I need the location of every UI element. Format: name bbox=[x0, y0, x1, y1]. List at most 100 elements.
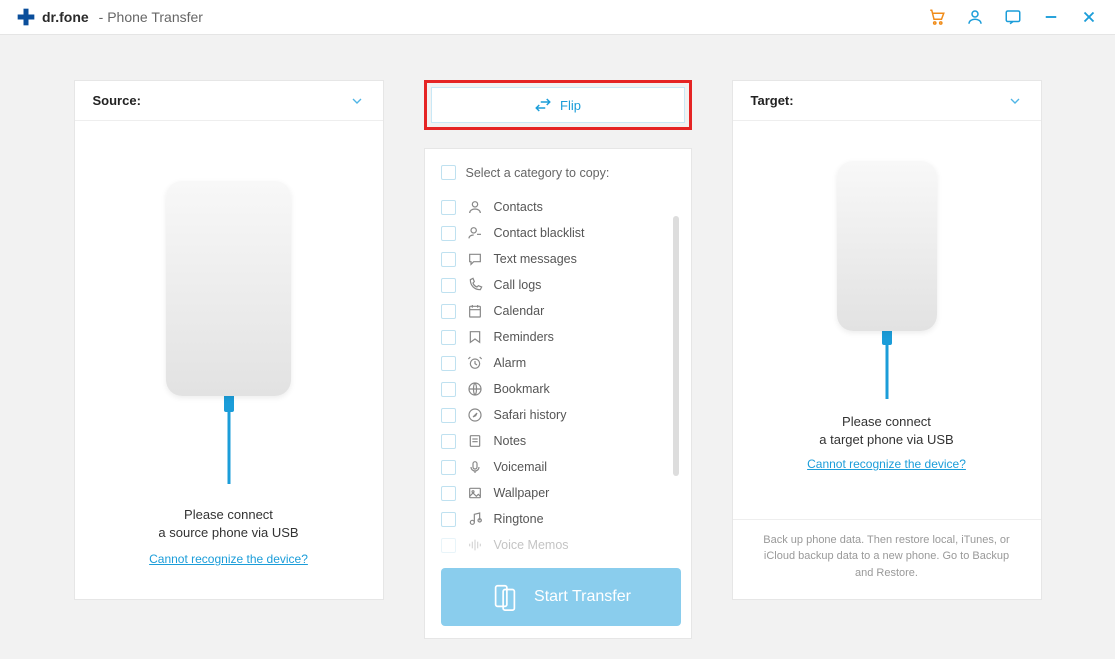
chevron-down-icon bbox=[1007, 93, 1023, 109]
category-icon bbox=[466, 432, 484, 450]
category-icon bbox=[466, 224, 484, 242]
app-subtitle: - Phone Transfer bbox=[99, 9, 203, 25]
feedback-icon[interactable] bbox=[1003, 7, 1023, 27]
swap-icon bbox=[534, 96, 552, 114]
category-label: Voice Memos bbox=[494, 538, 569, 552]
source-header[interactable]: Source: bbox=[75, 81, 383, 121]
category-icon bbox=[466, 406, 484, 424]
category-item: Reminders bbox=[441, 324, 681, 350]
flip-button[interactable]: Flip bbox=[431, 87, 685, 123]
flip-highlight-box: Flip bbox=[424, 80, 692, 130]
category-item: Voice Memos bbox=[441, 532, 681, 558]
category-item: Ringtone bbox=[441, 506, 681, 532]
target-panel: Target: Please connect a target phone vi… bbox=[732, 80, 1042, 600]
source-label: Source: bbox=[93, 93, 141, 108]
cart-icon[interactable] bbox=[927, 7, 947, 27]
category-panel: Select a category to copy: ContactsConta… bbox=[424, 148, 692, 639]
category-label: Contact blacklist bbox=[494, 226, 585, 240]
category-label: Notes bbox=[494, 434, 527, 448]
titlebar: dr.fone - Phone Transfer bbox=[0, 0, 1115, 35]
category-checkbox[interactable] bbox=[441, 408, 456, 423]
category-label: Text messages bbox=[494, 252, 577, 266]
flip-label: Flip bbox=[560, 98, 581, 113]
category-item: Alarm bbox=[441, 350, 681, 376]
category-item: Calendar bbox=[441, 298, 681, 324]
close-icon[interactable] bbox=[1079, 7, 1099, 27]
target-label: Target: bbox=[751, 93, 794, 108]
category-item: Bookmark bbox=[441, 376, 681, 402]
phone-placeholder-icon bbox=[837, 161, 937, 331]
category-label: Call logs bbox=[494, 278, 542, 292]
category-item: Contacts bbox=[441, 194, 681, 220]
transfer-icon bbox=[490, 582, 520, 612]
category-icon bbox=[466, 536, 484, 554]
target-body: Please connect a target phone via USB Ca… bbox=[733, 121, 1041, 519]
category-icon bbox=[466, 302, 484, 320]
category-label: Voicemail bbox=[494, 460, 548, 474]
source-connect-text: Please connect a source phone via USB bbox=[158, 506, 298, 542]
category-checkbox[interactable] bbox=[441, 486, 456, 501]
category-icon bbox=[466, 354, 484, 372]
source-help-link[interactable]: Cannot recognize the device? bbox=[149, 552, 308, 566]
category-icon bbox=[466, 458, 484, 476]
select-all-label: Select a category to copy: bbox=[466, 166, 610, 180]
category-item: Notes bbox=[441, 428, 681, 454]
category-label: Wallpaper bbox=[494, 486, 550, 500]
source-panel: Source: Please connect a source phone vi… bbox=[74, 80, 384, 600]
category-icon bbox=[466, 328, 484, 346]
category-item: Call logs bbox=[441, 272, 681, 298]
category-label: Safari history bbox=[494, 408, 567, 422]
target-footer-note: Back up phone data. Then restore local, … bbox=[733, 519, 1041, 600]
select-all-row: Select a category to copy: bbox=[441, 165, 681, 180]
category-item: Contact blacklist bbox=[441, 220, 681, 246]
category-list: Contacts Contact blacklist Text messages Ca… bbox=[441, 194, 681, 558]
category-checkbox[interactable] bbox=[441, 538, 456, 553]
category-checkbox[interactable] bbox=[441, 512, 456, 527]
app-name: dr.fone bbox=[42, 9, 89, 25]
select-all-checkbox[interactable] bbox=[441, 165, 456, 180]
target-header[interactable]: Target: bbox=[733, 81, 1041, 121]
category-checkbox[interactable] bbox=[441, 226, 456, 241]
category-checkbox[interactable] bbox=[441, 356, 456, 371]
chevron-down-icon bbox=[349, 93, 365, 109]
category-label: Contacts bbox=[494, 200, 543, 214]
category-item: Safari history bbox=[441, 402, 681, 428]
middle-column: Flip Select a category to copy: Contacts… bbox=[424, 80, 692, 639]
category-checkbox[interactable] bbox=[441, 330, 456, 345]
category-item: Text messages bbox=[441, 246, 681, 272]
category-icon bbox=[466, 510, 484, 528]
category-icon bbox=[466, 250, 484, 268]
window-controls bbox=[927, 7, 1099, 27]
source-body: Please connect a source phone via USB Ca… bbox=[75, 121, 383, 599]
usb-cable-icon bbox=[222, 394, 236, 484]
usb-cable-icon bbox=[880, 329, 894, 399]
category-label: Calendar bbox=[494, 304, 545, 318]
category-item: Voicemail bbox=[441, 454, 681, 480]
category-checkbox[interactable] bbox=[441, 382, 456, 397]
user-icon[interactable] bbox=[965, 7, 985, 27]
category-item: Wallpaper bbox=[441, 480, 681, 506]
start-transfer-button[interactable]: Start Transfer bbox=[441, 568, 681, 626]
target-connect-text: Please connect a target phone via USB bbox=[819, 413, 953, 449]
category-checkbox[interactable] bbox=[441, 278, 456, 293]
scrollbar[interactable] bbox=[673, 216, 679, 476]
category-icon bbox=[466, 484, 484, 502]
category-label: Reminders bbox=[494, 330, 554, 344]
category-icon bbox=[466, 276, 484, 294]
category-checkbox[interactable] bbox=[441, 434, 456, 449]
category-checkbox[interactable] bbox=[441, 252, 456, 267]
category-checkbox[interactable] bbox=[441, 200, 456, 215]
category-label: Alarm bbox=[494, 356, 527, 370]
category-checkbox[interactable] bbox=[441, 304, 456, 319]
minimize-icon[interactable] bbox=[1041, 7, 1061, 27]
category-label: Bookmark bbox=[494, 382, 550, 396]
phone-placeholder-icon bbox=[166, 181, 291, 396]
category-checkbox[interactable] bbox=[441, 460, 456, 475]
app-logo: dr.fone - Phone Transfer bbox=[16, 7, 203, 27]
target-help-link[interactable]: Cannot recognize the device? bbox=[807, 457, 966, 471]
category-label: Ringtone bbox=[494, 512, 544, 526]
start-transfer-label: Start Transfer bbox=[534, 588, 631, 606]
logo-icon bbox=[16, 7, 36, 27]
category-icon bbox=[466, 198, 484, 216]
category-icon bbox=[466, 380, 484, 398]
